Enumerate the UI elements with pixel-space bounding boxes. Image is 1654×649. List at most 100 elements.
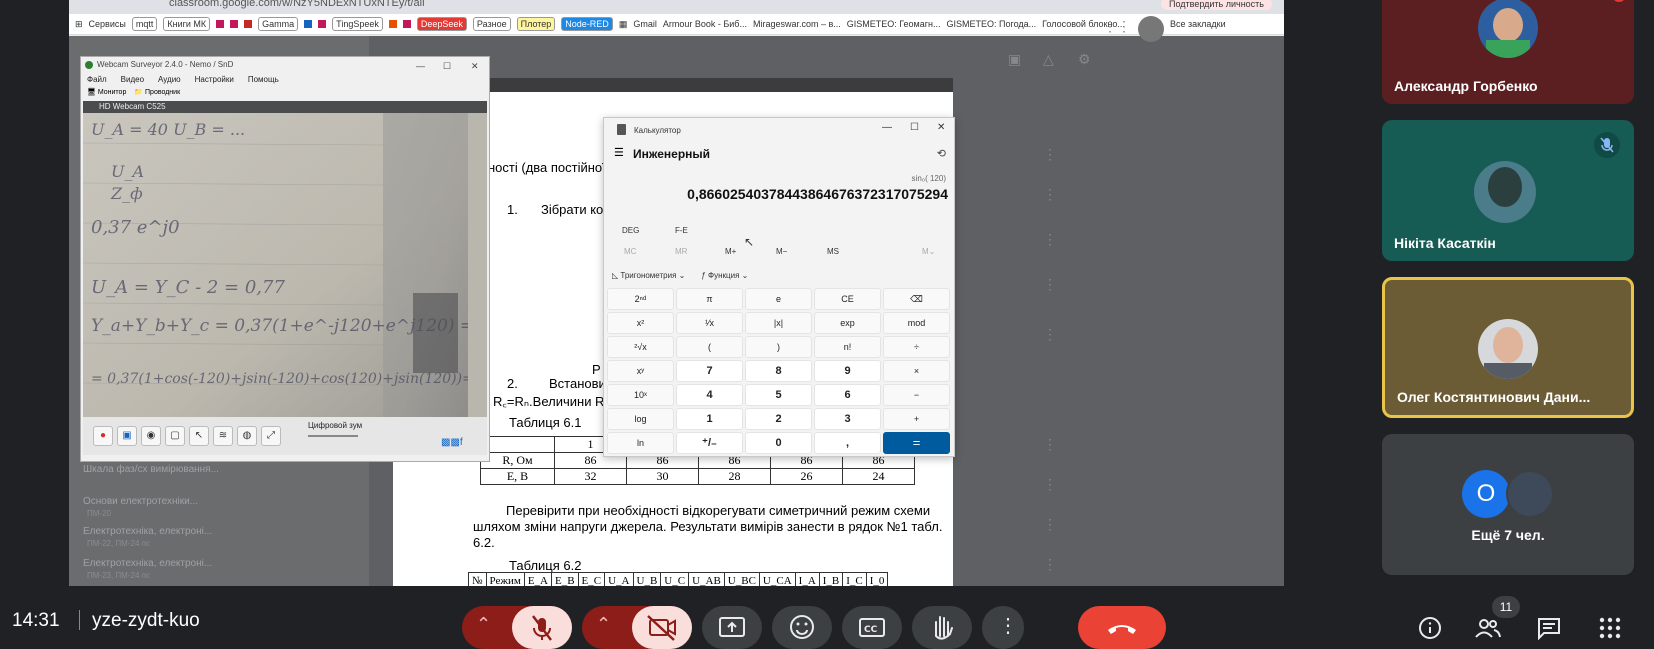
topic-item[interactable]: Електротехніка, електроні... — [83, 526, 212, 537]
settings-icon[interactable]: ⚙ — [1078, 51, 1091, 68]
calculator-key[interactable]: xʸ — [607, 360, 674, 382]
more-vert-icon[interactable]: ⋮ — [1043, 476, 1057, 493]
calculator-key[interactable]: 5 — [745, 384, 812, 406]
minimize-icon[interactable]: — — [416, 58, 425, 74]
calendar-icon[interactable]: ▣ — [1008, 51, 1021, 68]
bookmark-item[interactable]: GISMETEO: Геомагн... — [847, 19, 941, 29]
webcam-surveyor-window[interactable]: Webcam Surveyor 2.4.0 - Nemo / SnD — ☐ ✕… — [80, 56, 490, 462]
bookmark-folder-icon[interactable] — [318, 20, 327, 28]
bookmark-folder-icon[interactable] — [230, 20, 239, 28]
reactions-button[interactable] — [772, 606, 832, 649]
calculator-key[interactable]: 4 — [676, 384, 743, 406]
topic-item[interactable]: Електротехніка, електроні... — [83, 558, 212, 569]
trigonometry-dropdown[interactable]: ◺ Тригонометрия ⌄ — [612, 271, 685, 280]
menu-file[interactable]: Файл — [87, 73, 107, 87]
social-icons[interactable]: ▩▩f — [441, 437, 463, 448]
bookmark-item[interactable]: DeepSeek — [416, 17, 467, 31]
memory-subtract-button[interactable]: M− — [776, 247, 787, 256]
people-icon[interactable] — [1474, 616, 1502, 640]
calculator-key[interactable]: 0 — [745, 432, 812, 454]
bookmark-item[interactable]: TingSpeek — [332, 17, 383, 31]
calculator-key[interactable]: ²√x — [607, 336, 674, 358]
calculator-key[interactable]: ) — [745, 336, 812, 358]
more-participants-tile[interactable]: О Ещё 7 чел. — [1382, 434, 1634, 575]
calculator-key[interactable]: ln — [607, 432, 674, 454]
fe-button[interactable]: F-E — [675, 226, 688, 235]
participant-tile[interactable]: Александр Горбенко — [1382, 0, 1634, 104]
calculator-key[interactable]: 3 — [814, 408, 881, 430]
bookmark-item[interactable]: Node-RED — [561, 17, 613, 31]
activities-icon[interactable] — [1598, 616, 1622, 640]
history-icon[interactable]: ⟲ — [937, 147, 946, 160]
menu-settings[interactable]: Настройки — [195, 73, 234, 87]
calculator-key[interactable]: ¹⁄x — [676, 312, 743, 334]
calculator-key[interactable]: ⌫ — [883, 288, 950, 310]
camera-options-chevron-icon[interactable]: ⌃ — [596, 614, 611, 635]
apps-grid-icon[interactable]: ⋮⋮ — [1103, 18, 1131, 35]
bookmark-apps-icon[interactable]: ⊞ — [75, 19, 83, 30]
calculator-key[interactable]: exp — [814, 312, 881, 334]
present-screen-button[interactable] — [702, 606, 762, 649]
url-text[interactable]: classroom.google.com/w/NzY5NDExNTUxNTEy/… — [169, 0, 425, 9]
close-icon[interactable]: ✕ — [937, 122, 945, 133]
calculator-key[interactable]: e — [745, 288, 812, 310]
web-icon[interactable]: ◍ — [237, 426, 257, 446]
bookmark-item[interactable]: Armour Book - Биб... — [663, 19, 747, 29]
memory-add-button[interactable]: M+ — [725, 247, 736, 256]
more-vert-icon[interactable]: ⋮ — [1043, 436, 1057, 453]
calculator-key[interactable]: n! — [814, 336, 881, 358]
bookmark-item[interactable]: Gamma — [258, 17, 299, 31]
equals-button[interactable]: = — [883, 432, 950, 454]
cursor-icon[interactable]: ↖ — [189, 426, 209, 446]
calculator-key[interactable]: − — [883, 384, 950, 406]
more-options-button[interactable]: ⋮ — [982, 606, 1024, 649]
calculator-key[interactable]: ⁺/₋ — [676, 432, 743, 454]
all-bookmarks[interactable]: Все закладки — [1170, 19, 1226, 29]
menu-help[interactable]: Помощь — [248, 73, 279, 87]
more-vert-icon[interactable]: ⋮ — [1043, 276, 1057, 293]
menu-video[interactable]: Видео — [121, 73, 144, 87]
browser-address-bar[interactable]: classroom.google.com/w/NzY5NDExNTUxNTEy/… — [69, 0, 1284, 14]
bookmark-item[interactable]: Gmail — [633, 19, 657, 29]
bookmark-folder-icon[interactable] — [388, 20, 397, 28]
memory-clear-button[interactable]: MC — [624, 247, 636, 256]
tab-explorer[interactable]: 📁 Проводник — [134, 87, 180, 99]
calculator-key[interactable]: + — [883, 408, 950, 430]
bookmark-item[interactable]: Mirageswar.com – в... — [753, 19, 841, 29]
bookmark-folder-icon[interactable] — [304, 20, 313, 28]
more-vert-icon[interactable]: ⋮ — [1043, 231, 1057, 248]
calculator-window[interactable]: Калькулятор — ☐ ✕ ☰ Инженерный ⟲ sin₀( 1… — [603, 117, 955, 457]
bookmark-folder-icon[interactable] — [216, 20, 225, 28]
calculator-key[interactable]: , — [814, 432, 881, 454]
verify-identity-button[interactable]: Подтвердить личность — [1161, 0, 1272, 10]
bookmark-item[interactable]: mqtt — [131, 17, 158, 31]
menu-audio[interactable]: Аудио — [158, 73, 181, 87]
calculator-key[interactable]: 9 — [814, 360, 881, 382]
more-vert-icon[interactable]: ⋮ — [1043, 556, 1057, 573]
chat-icon[interactable] — [1536, 616, 1562, 640]
bookmark-item[interactable]: Разное — [472, 17, 511, 31]
leave-call-button[interactable] — [1078, 606, 1166, 649]
info-icon[interactable] — [1418, 616, 1442, 640]
bookmark-item[interactable]: GISMETEO: Погода... — [947, 19, 1037, 29]
participant-tile[interactable]: Нікіта Касаткін — [1382, 120, 1634, 261]
participant-tile-active-speaker[interactable]: Олег Костянтинович Дани... — [1382, 277, 1634, 418]
memory-recall-button[interactable]: MR — [675, 247, 687, 256]
maximize-icon[interactable]: ☐ — [910, 122, 919, 133]
more-vert-icon[interactable]: ⋮ — [1043, 326, 1057, 343]
captions-button[interactable]: CC — [842, 606, 902, 649]
calculator-key[interactable]: mod — [883, 312, 950, 334]
broadcast-icon[interactable]: ≋ — [213, 426, 233, 446]
angle-unit-button[interactable]: DEG — [622, 226, 639, 235]
minimize-icon[interactable]: — — [882, 122, 892, 133]
calculator-key[interactable]: x² — [607, 312, 674, 334]
mic-toggle-button[interactable] — [512, 606, 572, 649]
calculator-key[interactable]: ÷ — [883, 336, 950, 358]
raise-hand-button[interactable] — [912, 606, 972, 649]
calculator-key[interactable]: 8 — [745, 360, 812, 382]
record-icon[interactable]: ● — [93, 426, 113, 446]
bookmark-item[interactable]: Книги МК — [163, 17, 211, 31]
account-avatar[interactable] — [1138, 16, 1164, 42]
bookmark-item[interactable]: Плотер — [516, 17, 556, 31]
more-vert-icon[interactable]: ⋮ — [1043, 186, 1057, 203]
